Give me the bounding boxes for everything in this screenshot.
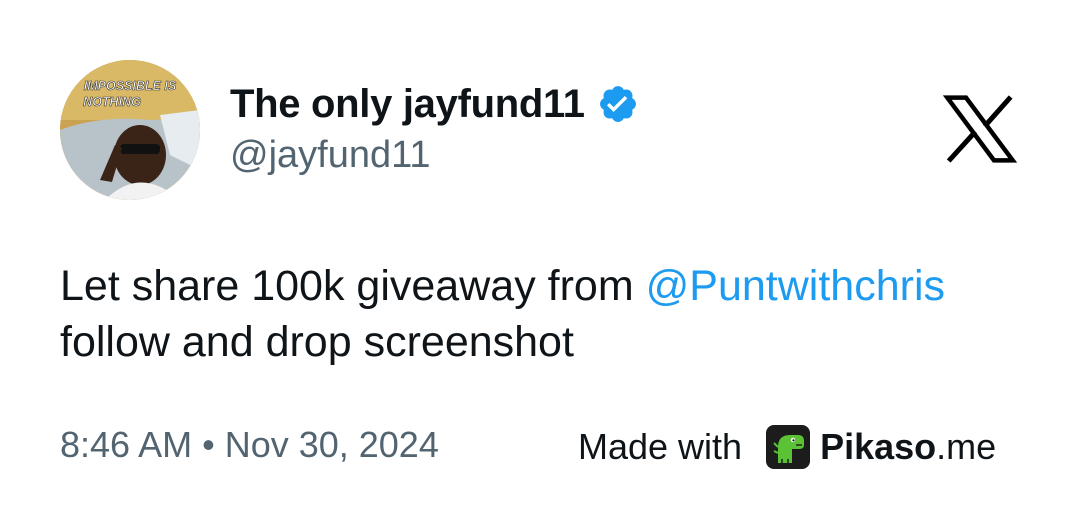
tweet-card: IMPOSSIBLE IS NOTHING The only jayfund11… [0, 0, 1080, 526]
made-with-pikaso[interactable]: Made with Pikaso .me [578, 424, 996, 470]
verified-badge-icon [597, 83, 639, 125]
avatar-photo: IMPOSSIBLE IS NOTHING [60, 60, 200, 200]
tweet-body: Let share 100k giveaway from @Puntwithchr… [60, 258, 1040, 370]
avatar-banner-line2: NOTHING [83, 95, 141, 109]
author-name-row: The only jayfund11 [230, 78, 639, 130]
author-handle[interactable]: @jayfund11 [230, 134, 431, 177]
pikaso-brand-tld: .me [936, 426, 997, 467]
pikaso-brand-name: Pikaso [820, 426, 937, 467]
tweet-line-1: Let share 100k giveaway from @Puntwithchr… [60, 258, 1040, 314]
made-with-label: Made with [578, 426, 743, 467]
tweet-text-part2: follow and drop screenshot [60, 318, 574, 366]
x-logo-icon [940, 88, 1020, 170]
avatar-banner-line1: IMPOSSIBLE IS [84, 79, 177, 93]
display-name[interactable]: The only jayfund11 [230, 82, 585, 127]
tweet-timestamp[interactable]: 8:46 AM • Nov 30, 2024 [60, 424, 439, 466]
mention-link[interactable]: @Puntwithchris [646, 262, 945, 310]
pikaso-dino-icon [766, 425, 811, 469]
tweet-text-part1: Let share 100k giveaway from [60, 262, 634, 310]
avatar[interactable]: IMPOSSIBLE IS NOTHING [60, 60, 200, 200]
